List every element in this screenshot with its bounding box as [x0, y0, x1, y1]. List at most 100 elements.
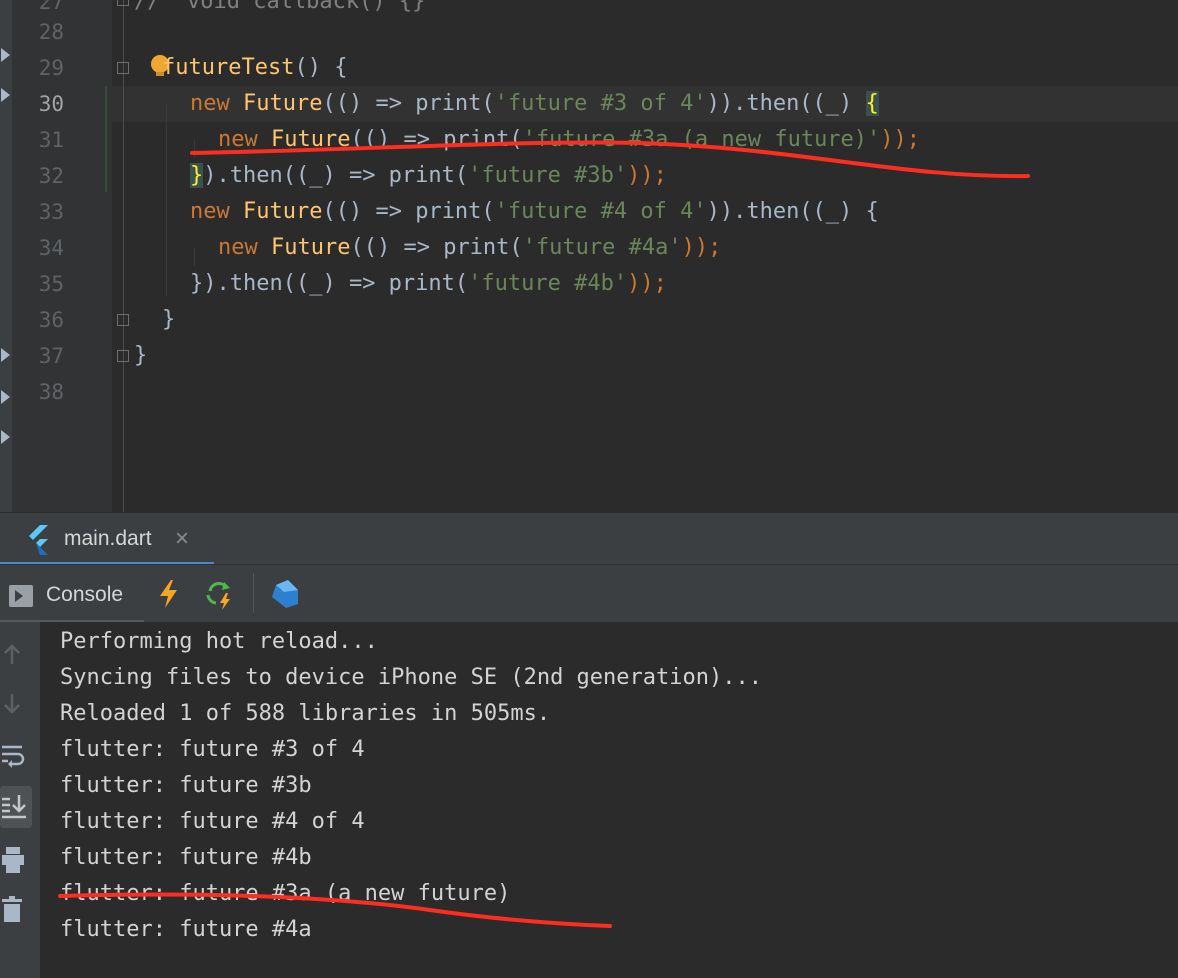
- console-output[interactable]: Performing hot reload... Syncing files t…: [40, 622, 1178, 978]
- tab-main-dart[interactable]: main.dart ×: [0, 513, 214, 565]
- code-text: (() => print(: [322, 199, 495, 224]
- line-number: 28: [38, 20, 64, 44]
- scroll-to-end-icon: [2, 795, 26, 819]
- collapse-arrow-icon[interactable]: [1, 48, 10, 62]
- code-text: ));: [880, 127, 921, 152]
- close-icon[interactable]: ×: [175, 525, 189, 553]
- fold-marker-icon[interactable]: [117, 0, 129, 6]
- left-tool-strip: [0, 0, 12, 512]
- code-text: ).then((_) => print(: [203, 163, 469, 188]
- line-number: 38: [38, 380, 64, 404]
- code-text: (() => print(: [350, 235, 523, 260]
- string-literal: 'future #3a (a new future)': [522, 127, 881, 152]
- line-number: 36: [38, 308, 64, 332]
- console-line: flutter: future #3 of 4: [60, 737, 365, 762]
- keyword-new: new: [190, 199, 230, 224]
- code-text: () {: [294, 55, 348, 80]
- code-text: (() => print(: [322, 91, 495, 116]
- console-toolbar: Console: [0, 564, 1178, 623]
- line-number: 33: [38, 200, 64, 224]
- code-line-29[interactable]: futureTest() {: [134, 50, 347, 86]
- class-future: Future: [243, 199, 323, 224]
- fold-marker-icon[interactable]: [117, 314, 129, 326]
- keyword-new: new: [218, 235, 258, 260]
- print-icon[interactable]: [0, 844, 34, 878]
- code-line-36[interactable]: }: [162, 302, 175, 338]
- file-tab-label: main.dart: [64, 527, 152, 550]
- code-text: ));: [627, 163, 667, 188]
- function-name: futureTest: [162, 55, 295, 80]
- console-line: Performing hot reload...: [60, 629, 378, 654]
- code-line-35[interactable]: }).then((_) => print('future #4b'));: [190, 266, 667, 302]
- tab-console[interactable]: Console: [0, 565, 144, 623]
- flutter-icon: [29, 525, 48, 555]
- string-literal: 'future #3 of 4': [494, 91, 707, 116]
- code-text: }: [134, 343, 148, 368]
- soft-wrap-icon[interactable]: [0, 738, 34, 772]
- code-line-30[interactable]: new Future(() => print('future #3 of 4')…: [190, 86, 879, 122]
- code-line-37[interactable]: }: [134, 338, 147, 374]
- vcs-change-marker[interactable]: [105, 86, 107, 192]
- string-literal: 'future #4 of 4': [494, 199, 707, 224]
- code-line-27[interactable]: // void callback() {}: [134, 0, 425, 20]
- class-future: Future: [271, 127, 351, 152]
- run-tab-bar: main.dart ×: [0, 512, 1178, 565]
- scroll-to-end-button[interactable]: [0, 786, 32, 828]
- code-text: )).then((_): [706, 91, 866, 116]
- line-number: 37: [38, 344, 64, 368]
- string-literal: 'future #3b': [468, 163, 628, 188]
- line-number: 34: [38, 236, 64, 260]
- scroll-up-icon[interactable]: [0, 638, 34, 672]
- matched-brace: {: [865, 91, 879, 116]
- collapse-arrow-icon[interactable]: [1, 88, 10, 102]
- code-text: }: [162, 307, 176, 332]
- hot-reload-icon[interactable]: [152, 577, 186, 611]
- fold-marker-icon[interactable]: [117, 62, 129, 74]
- code-text: (() => print(: [350, 127, 523, 152]
- trash-icon[interactable]: [0, 894, 34, 928]
- indent-guide: [194, 140, 195, 158]
- line-number: 29: [38, 56, 64, 80]
- indent-guide: [166, 104, 167, 296]
- console-side-toolbar: [0, 622, 40, 978]
- indent-guide: [194, 248, 195, 266]
- terminal-icon: [9, 585, 33, 607]
- toolbar-separator: [253, 573, 254, 613]
- collapse-arrow-icon[interactable]: [1, 348, 10, 362]
- string-literal: 'future #4a': [522, 235, 682, 260]
- class-future: Future: [271, 235, 351, 260]
- line-number: 31: [38, 128, 64, 152]
- line-number: 35: [38, 272, 64, 296]
- line-number: 32: [38, 164, 64, 188]
- console-line: flutter: future #3a (a new future): [60, 881, 511, 906]
- code-text: ));: [627, 271, 667, 296]
- collapse-arrow-icon[interactable]: [1, 430, 10, 444]
- code-text: )).then((_) {: [706, 199, 879, 224]
- keyword-new: new: [218, 127, 258, 152]
- console-line: flutter: future #3b: [60, 773, 312, 798]
- code-text: ));: [681, 235, 722, 260]
- code-line-33[interactable]: new Future(() => print('future #4 of 4')…: [190, 194, 879, 230]
- console-tab-label: Console: [46, 583, 124, 606]
- fold-guide: [123, 0, 124, 512]
- code-comment: // void callback() {}: [134, 0, 426, 14]
- class-future: Future: [243, 91, 323, 116]
- hot-restart-icon[interactable]: [202, 577, 236, 611]
- console-line: Reloaded 1 of 588 libraries in 505ms.: [60, 701, 551, 726]
- keyword-new: new: [190, 91, 230, 116]
- dart-devtools-icon[interactable]: [268, 577, 302, 611]
- fold-marker-icon[interactable]: [117, 350, 129, 362]
- console-line: flutter: future #4 of 4: [60, 809, 365, 834]
- code-line-32[interactable]: }).then((_) => print('future #3b'));: [190, 158, 667, 194]
- scroll-down-icon[interactable]: [0, 688, 34, 722]
- code-editor[interactable]: 27 28 29 30 31 32 33 34 35 36 37 38 // v…: [0, 0, 1178, 512]
- code-text: }).then((_) => print(: [190, 271, 469, 296]
- matched-brace: }: [190, 163, 204, 188]
- console-line: flutter: future #4b: [60, 845, 312, 870]
- code-line-34[interactable]: new Future(() => print('future #4a'));: [218, 230, 721, 266]
- code-line-31[interactable]: new Future(() => print('future #3a (a ne…: [218, 122, 920, 158]
- collapse-arrow-icon[interactable]: [1, 390, 10, 404]
- line-number-current: 30: [38, 92, 64, 116]
- console-line: Syncing files to device iPhone SE (2nd g…: [60, 665, 762, 690]
- string-literal: 'future #4b': [468, 271, 628, 296]
